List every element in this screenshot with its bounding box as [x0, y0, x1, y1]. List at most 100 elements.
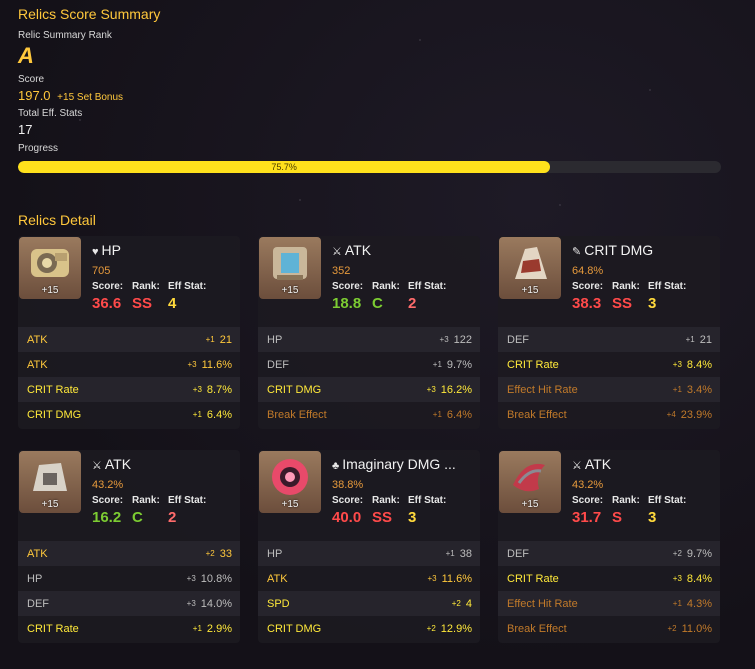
eff-header: Eff Stat: [168, 281, 207, 292]
relic-image: +15 [499, 451, 561, 513]
substat-name: CRIT Rate [507, 358, 559, 371]
substat-value: 3.4% [686, 383, 712, 396]
main-stat-name: ✎ CRIT DMG [572, 242, 653, 258]
substat-list: HP +3 122 DEF +1 9.7% CRIT DMG +3 16.2% … [258, 327, 480, 427]
substat-rolls: +3 [187, 360, 197, 369]
main-stat-name: ♥ HP [92, 242, 121, 258]
substat-rolls: +1 [192, 624, 202, 633]
substat-value: 21 [219, 333, 232, 346]
substat-rolls: +1 [672, 599, 682, 608]
relic-level: +15 [281, 499, 299, 510]
substat-rolls: +1 [205, 335, 215, 344]
relics-detail-title: Relics Detail [18, 212, 96, 228]
substat-rolls: +1 [672, 385, 682, 394]
score-header: Score: [572, 495, 604, 506]
relic-eff: 3 [648, 295, 657, 312]
relic-rank: SS [132, 295, 153, 312]
substat-name: Break Effect [267, 408, 327, 421]
score-header: Score: [92, 281, 124, 292]
score-header: Score: [92, 495, 124, 506]
substat-name: ATK [27, 358, 48, 371]
substat-name: HP [27, 572, 43, 585]
substat-list: ATK +2 33 HP +3 10.8% DEF +3 14.0% CRIT … [18, 541, 240, 641]
substat-value: 4 [465, 597, 472, 610]
substat-row: SPD +2 4 [258, 591, 480, 616]
relic-eff: 3 [648, 509, 657, 526]
sword-icon: ⚔ [332, 246, 342, 258]
substat-value: 8.7% [206, 383, 232, 396]
substat-row: DEF +3 14.0% [18, 591, 240, 616]
substat-value: 6.4% [446, 408, 472, 421]
substat-value: 12.9% [440, 622, 472, 635]
substat-row: CRIT Rate +1 2.9% [18, 616, 240, 641]
substat-value: 122 [453, 333, 472, 346]
substat-name: HP [267, 333, 283, 346]
score-row: 197.0 +15 Set Bonus [18, 88, 123, 103]
substat-list: DEF +1 21 CRIT Rate +3 8.4% Effect Hit R… [498, 327, 720, 427]
main-stat-name: ⚔ ATK [92, 456, 131, 472]
substat-name: Break Effect [507, 622, 567, 635]
relic-card: +15 ⚔ ATK 352 Score: Rank: Eff Stat: 18.8… [258, 236, 480, 429]
substat-name: DEF [507, 333, 529, 346]
substat-rolls: +3 [427, 574, 437, 583]
relic-level: +15 [41, 499, 59, 510]
relic-rank: S [612, 509, 623, 526]
relic-image: +15 [259, 237, 321, 299]
relic-eff: 2 [168, 509, 177, 526]
substat-row: Effect Hit Rate +1 4.3% [498, 591, 720, 616]
substat-row: DEF +1 21 [498, 327, 720, 352]
main-stat-value: 64.8% [572, 265, 604, 277]
substat-list: DEF +2 9.7% CRIT Rate +3 8.4% Effect Hit… [498, 541, 720, 641]
substat-name: Break Effect [507, 408, 567, 421]
relic-score: 18.8 [332, 295, 362, 312]
main-stat-label: ATK [104, 456, 132, 472]
substat-rolls: +3 [439, 335, 449, 344]
progress-label: Progress [18, 143, 59, 154]
relic-card: +15 ✎ CRIT DMG 64.8% Score: Rank: Eff Sta… [498, 236, 720, 429]
substat-name: DEF [267, 358, 289, 371]
substat-name: Effect Hit Rate [507, 383, 578, 396]
substat-value: 6.4% [206, 408, 232, 421]
relic-level: +15 [281, 285, 299, 296]
substat-rolls: +1 [445, 549, 455, 558]
substat-name: SPD [267, 597, 290, 610]
main-stat-name: ♣ Imaginary DMG ... [332, 456, 456, 472]
substat-value: 10.8% [200, 572, 232, 585]
substat-row: HP +1 38 [258, 541, 480, 566]
substat-row: CRIT DMG +2 12.9% [258, 616, 480, 641]
substat-rolls: +3 [186, 599, 196, 608]
relic-image: +15 [499, 237, 561, 299]
substat-rolls: +1 [432, 360, 442, 369]
rank-header: Rank: [132, 281, 160, 292]
substat-value: 11.6% [441, 572, 472, 585]
main-stat-label: HP [101, 242, 121, 258]
eff-header: Eff Stat: [168, 495, 207, 506]
relic-eff: 3 [408, 509, 417, 526]
imaginary-icon: ♣ [332, 460, 340, 472]
main-stat-value: 43.2% [572, 479, 604, 491]
main-stat-value: 352 [332, 265, 351, 277]
substat-row: Break Effect +4 23.9% [498, 402, 720, 427]
summary-rank: A [18, 43, 34, 68]
substat-name: ATK [27, 547, 48, 560]
relic-image: +15 [259, 451, 321, 513]
substat-name: DEF [507, 547, 529, 560]
relic-image: +15 [19, 237, 81, 299]
eff-value: 17 [18, 122, 33, 137]
substat-row: CRIT Rate +3 8.4% [498, 566, 720, 591]
substat-name: CRIT DMG [267, 622, 322, 635]
substat-row: Effect Hit Rate +1 3.4% [498, 377, 720, 402]
main-stat-value: 705 [92, 265, 111, 277]
relic-level: +15 [41, 285, 59, 296]
substat-rolls: +3 [672, 574, 682, 583]
relic-rank: SS [372, 509, 393, 526]
substat-name: HP [267, 547, 283, 560]
crit-dmg-icon: ✎ [572, 246, 582, 258]
substat-value: 9.7% [686, 547, 712, 560]
relic-card: +15 ♥ HP 705 Score: Rank: Eff Stat: 36.6 … [18, 236, 240, 429]
relic-score: 16.2 [92, 509, 122, 526]
substat-rolls: +3 [426, 385, 436, 394]
substat-rolls: +2 [667, 624, 677, 633]
main-stat-label: Imaginary DMG ... [342, 456, 456, 472]
sword-icon: ⚔ [92, 460, 102, 472]
